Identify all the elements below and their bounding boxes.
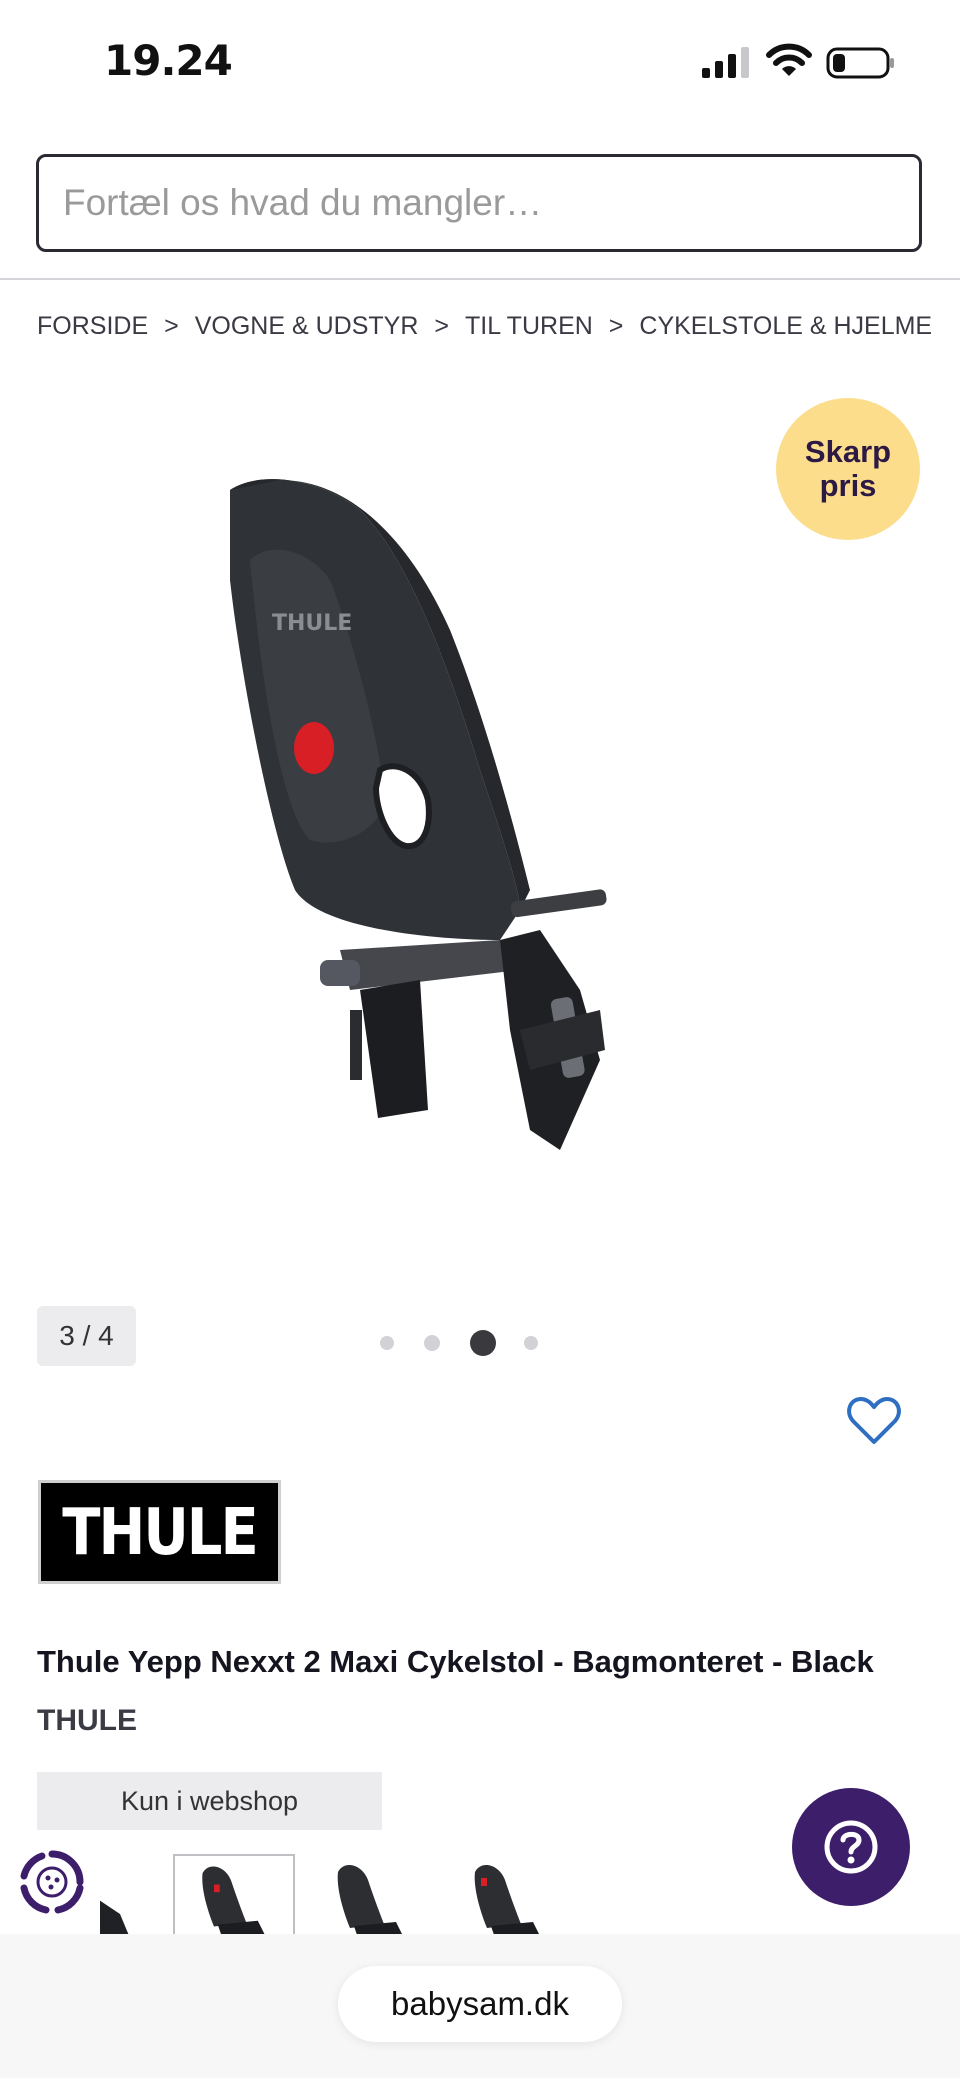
product-title: Thule Yepp Nexxt 2 Maxi Cykelstol - Bagm… <box>37 1644 874 1679</box>
price-badge: Skarp pris <box>776 398 920 540</box>
breadcrumb: FORSIDE > VOGNE & UDSTYR > TIL TUREN > C… <box>37 308 937 344</box>
brand-logo-text: THULE <box>62 1494 258 1570</box>
gallery-pagination <box>380 1328 568 1358</box>
gallery-dot[interactable] <box>524 1336 538 1350</box>
price-badge-line2: pris <box>819 468 877 503</box>
thumbnail[interactable] <box>447 1854 569 1934</box>
thumbnail[interactable] <box>310 1854 432 1934</box>
thumbnail-strip <box>100 1852 570 1934</box>
svg-text:THULE: THULE <box>272 611 352 636</box>
help-icon <box>824 1820 878 1874</box>
brand-logo[interactable]: THULE <box>38 1480 281 1584</box>
search-input[interactable] <box>39 157 919 249</box>
battery-icon <box>826 47 894 79</box>
gallery-counter: 3 / 4 <box>37 1306 136 1366</box>
breadcrumb-item-cykelstole-hjelme[interactable]: CYKELSTOLE & HJELME <box>639 312 932 341</box>
wifi-icon <box>766 43 812 76</box>
gallery-dot[interactable] <box>424 1335 440 1351</box>
product-brand[interactable]: THULE <box>37 1704 137 1738</box>
thumbnail-selected[interactable] <box>173 1854 295 1934</box>
breadcrumb-separator: > <box>608 311 624 340</box>
availability-tag: Kun i webshop <box>37 1772 382 1830</box>
breadcrumb-item-forside[interactable]: FORSIDE <box>37 312 148 341</box>
search-box <box>36 154 922 252</box>
header-divider <box>0 278 960 280</box>
gallery-dot[interactable] <box>380 1336 394 1350</box>
signal-icon <box>702 47 749 78</box>
cookie-icon[interactable] <box>18 1848 86 1916</box>
breadcrumb-separator: > <box>434 311 449 340</box>
price-badge-line1: Skarp <box>804 434 892 469</box>
browser-url-bar[interactable]: babysam.dk <box>338 1966 622 2042</box>
breadcrumb-item-vogne-udstyr[interactable]: VOGNE & UDSTYR <box>195 312 419 341</box>
heart-icon[interactable] <box>846 1396 902 1446</box>
breadcrumb-item-til-turen[interactable]: TIL TUREN <box>465 312 593 341</box>
gallery-dot-active[interactable] <box>470 1330 496 1356</box>
breadcrumb-separator: > <box>164 311 179 340</box>
help-button[interactable] <box>792 1788 910 1906</box>
status-bar: 19.24 <box>0 0 960 120</box>
status-time: 19.24 <box>104 36 233 85</box>
thumbnail[interactable] <box>100 1854 162 1934</box>
product-image[interactable]: THULE <box>200 470 740 1200</box>
